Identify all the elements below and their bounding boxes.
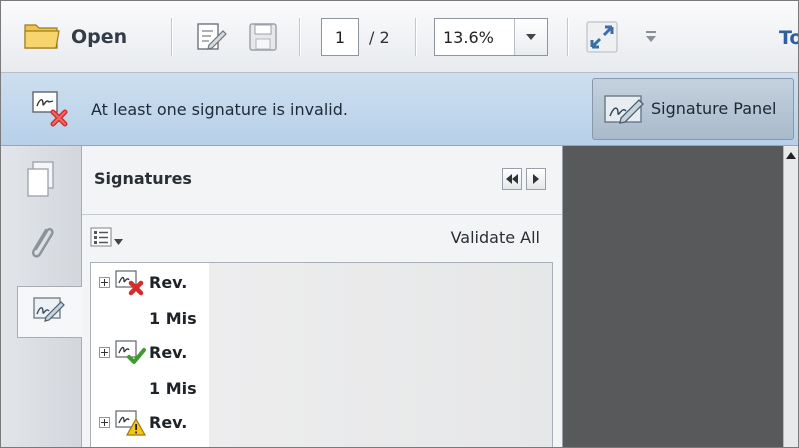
- zoom-dropdown-icon[interactable]: [514, 19, 547, 55]
- chevron-down-icon: [114, 230, 123, 249]
- options-button[interactable]: [90, 227, 123, 251]
- fullscreen-icon[interactable]: [586, 21, 618, 57]
- invalid-signature-icon: [115, 269, 147, 301]
- signature-list: Rev. 1 Mis Rev. 1 Mis Rev.: [90, 262, 553, 447]
- vertical-scrollbar[interactable]: [783, 146, 798, 447]
- signature-status-message: At least one signature is invalid.: [91, 100, 348, 119]
- signatures-icon: [32, 295, 68, 329]
- pages-button[interactable]: [17, 156, 65, 208]
- zoom-value: 13.6%: [443, 28, 494, 47]
- signature-message-bar: At least one signature is invalid. Signa…: [1, 73, 798, 146]
- signature-pen-icon: [603, 92, 647, 130]
- signature-detail: 1 Mis: [149, 309, 197, 328]
- main-toolbar: Open 1 / 2 13.6% T: [1, 1, 798, 73]
- signature-detail: 1 Mis: [149, 379, 197, 398]
- pages-icon: [24, 160, 58, 204]
- signature-panel-label: Signature Panel: [651, 99, 777, 118]
- attachments-button[interactable]: [17, 220, 65, 272]
- toolbar-separator: [299, 18, 301, 56]
- panel-title: Signatures: [94, 169, 192, 188]
- folder-icon: [23, 19, 61, 55]
- toolbar-separator: [567, 18, 569, 56]
- tools-label[interactable]: To: [779, 27, 798, 49]
- collapse-panel-icon[interactable]: [502, 168, 522, 190]
- signatures-panel: Signatures Validate All Rev. 1 Mis Rev. …: [82, 146, 563, 447]
- save-icon[interactable]: [247, 21, 279, 57]
- warning-signature-icon: [115, 409, 147, 441]
- expand-toggle[interactable]: [99, 277, 110, 288]
- signature-panel-button[interactable]: Signature Panel: [592, 78, 794, 140]
- edit-document-icon[interactable]: [195, 21, 229, 57]
- scroll-up-icon[interactable]: [786, 152, 796, 159]
- signature-label: Rev.: [149, 343, 188, 362]
- page-number-input[interactable]: 1: [321, 18, 359, 56]
- invalid-signature-icon: [31, 90, 75, 132]
- open-label: Open: [71, 26, 128, 48]
- page-total-label: / 2: [369, 28, 390, 47]
- navigation-rail: [1, 146, 82, 447]
- attachments-icon: [26, 222, 56, 270]
- panel-divider: [82, 214, 562, 215]
- signature-label: Rev.: [149, 273, 188, 292]
- validate-all-button[interactable]: Validate All: [451, 228, 540, 247]
- toolbar-separator: [415, 18, 417, 56]
- obscured-region: [209, 263, 552, 447]
- signatures-button[interactable]: [17, 286, 82, 338]
- valid-signature-icon: [115, 339, 147, 371]
- expand-toggle[interactable]: [99, 347, 110, 358]
- signature-label: Rev.: [149, 413, 188, 432]
- document-viewport[interactable]: [563, 146, 783, 447]
- zoom-field[interactable]: 13.6%: [434, 18, 548, 56]
- acrobat-window: Open 1 / 2 13.6% T At least one signatur…: [0, 0, 799, 448]
- open-button[interactable]: Open: [23, 19, 127, 55]
- expand-panel-icon[interactable]: [526, 168, 546, 190]
- options-list-icon: [90, 227, 112, 251]
- toolbar-separator: [171, 18, 173, 56]
- expand-toggle[interactable]: [99, 417, 110, 428]
- customize-toolbar-icon[interactable]: [645, 29, 657, 48]
